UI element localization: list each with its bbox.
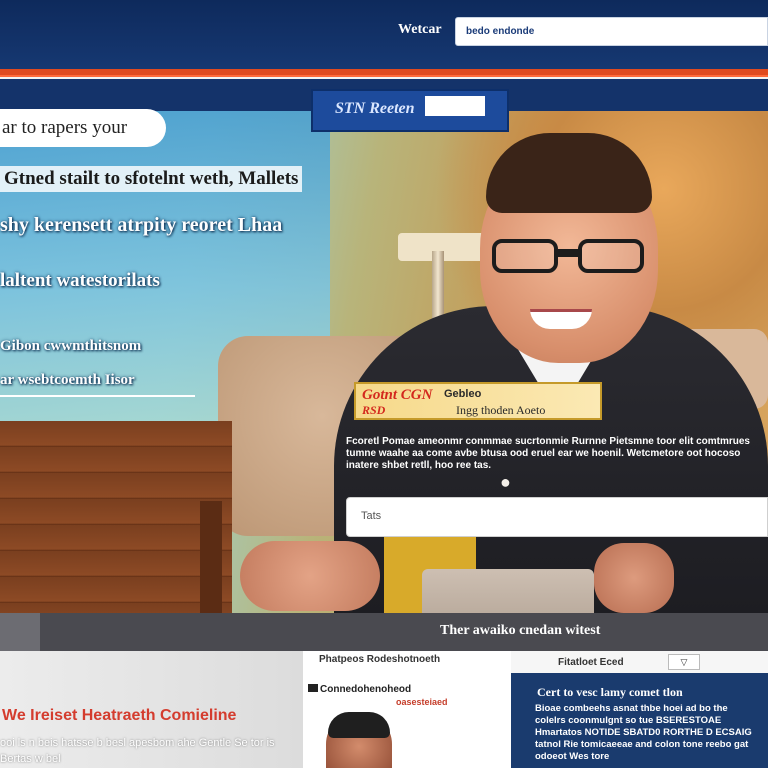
promo-sub-2: Ingg thoden Aoeto — [456, 403, 546, 417]
badge-box — [425, 96, 485, 116]
bottom-left-desc: ooi ls n beis hatsse b besl apesbom ahe … — [0, 737, 275, 765]
hero-line-5: ar wsebtcoemth Iisor — [0, 372, 135, 388]
bottom-right-title: Fitatloet Eced — [558, 657, 624, 668]
bottom-left-panel: We Ireiset Heatraeth Comieline ooi ls n … — [0, 651, 303, 768]
dropdown-button[interactable]: ▽ — [668, 654, 700, 670]
person-hands — [240, 541, 380, 611]
hero-line-3: laltent watestorilats — [0, 270, 160, 291]
hero-input[interactable]: Tats — [346, 497, 768, 537]
badge-logo: STN Reeten — [335, 100, 415, 117]
person-glasses — [492, 239, 646, 275]
bottom-right-heading[interactable]: Cert to vesc lamy comet tlon — [537, 685, 683, 700]
section-strip: Ther awaiko cnedan witest — [0, 613, 768, 651]
hero-line-4: Gibon cwwmthitsnom — [0, 338, 142, 354]
accent-bar — [0, 69, 768, 77]
hero-underline — [0, 395, 195, 397]
person-hand-right — [594, 543, 674, 613]
promo-logo-2: RSD — [362, 403, 386, 417]
hero-chair-leg — [200, 501, 222, 613]
promo-sub: Gebleo — [444, 388, 482, 400]
hero-headline: Gtned stailt to sfotelnt weth, Mallets — [0, 166, 303, 192]
apple-logo-icon: ● — [500, 472, 511, 492]
promo-logo: Gotnt CGN — [362, 387, 433, 403]
card-icon — [308, 684, 318, 692]
site-label[interactable]: Wetcar — [398, 22, 442, 38]
bottom-middle-title[interactable]: Phatpeos Rodeshotnoeth — [319, 654, 511, 665]
bottom-right-text: Bioae combeehs asnat thbe hoei ad bo the… — [535, 703, 752, 762]
bottom-middle-subtitle: Connedohenoheod — [320, 684, 412, 695]
portrait-hat — [328, 712, 390, 738]
hero-line-2: shy kerensett atrpity reoret Lhaa — [0, 214, 283, 236]
bottom-right-topbar — [511, 651, 768, 673]
bottom-headline[interactable]: We Ireiset Heatraeth Comieline — [2, 707, 236, 725]
bottom-right-panel: Cert to vesc lamy comet tlon Bioae combe… — [511, 673, 768, 768]
hero-table — [0, 421, 232, 613]
strip-left-block — [0, 613, 40, 651]
site-header: Wetcar bedo endonde — [0, 0, 768, 70]
promo-tag[interactable]: Gotnt CGN RSD Gebleo Ingg thoden Aoeto — [354, 382, 602, 420]
hero-badge[interactable]: STN Reeten — [311, 89, 509, 132]
hero-tablet — [422, 569, 594, 613]
hero-pill[interactable]: ar to rapers your — [0, 109, 166, 147]
strip-title[interactable]: Ther awaiko cnedan witest — [440, 623, 600, 639]
bottom-middle-subtitle-2: oasesteiaed — [396, 697, 448, 707]
search-input[interactable]: bedo endonde — [455, 17, 768, 46]
hero-article-text: Fcoretl Pomae ameonmr conmmae sucrtonmie… — [346, 436, 750, 471]
